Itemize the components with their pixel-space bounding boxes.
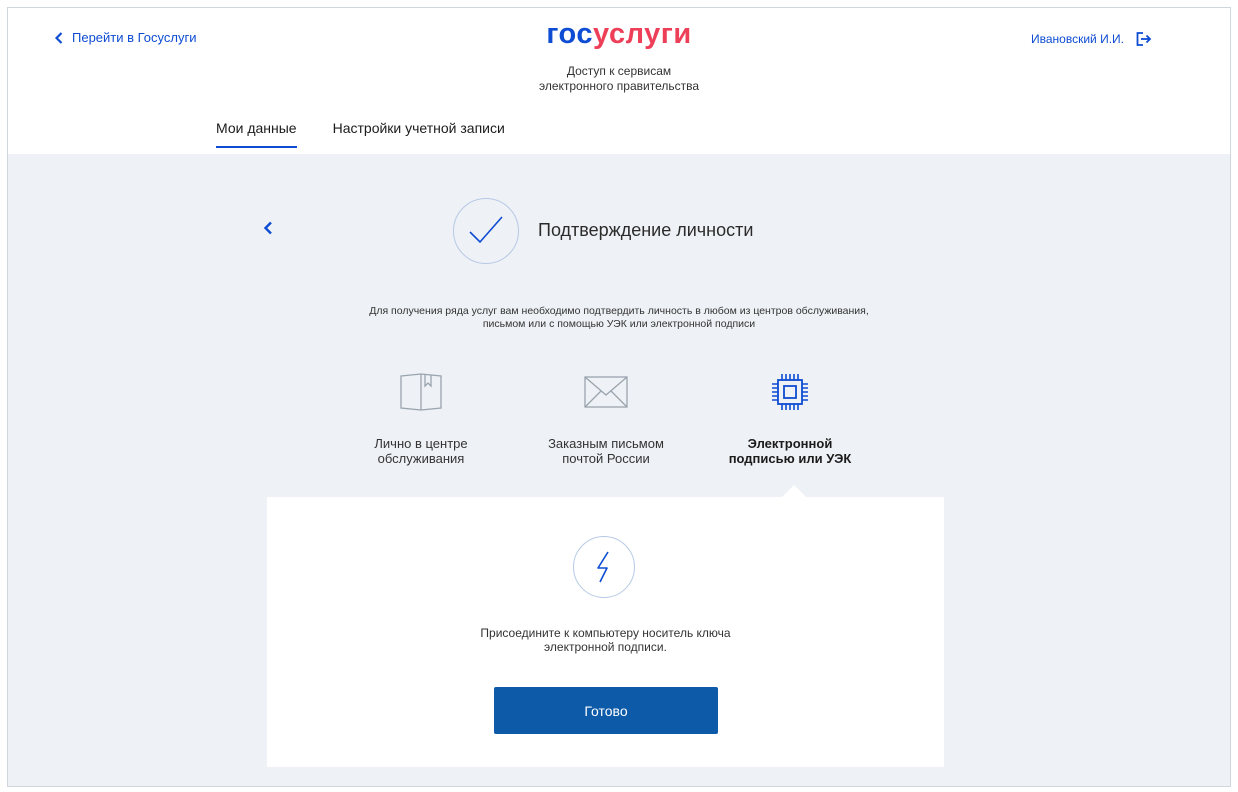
intro-text: Для получения ряда услуг вам необходимо … — [8, 305, 1230, 331]
method-label-line-1: Электронной — [747, 436, 833, 451]
method-label-line-2: почтой России — [562, 451, 650, 466]
intro-line-2: письмом или с помощью УЭК или электронно… — [482, 318, 756, 330]
page-title: Подтверждение личности — [538, 220, 754, 240]
method-label-line-1: Лично в центре — [374, 436, 468, 451]
tagline-line-2: электронного правительства — [538, 79, 700, 93]
method-label-line-2: подписью или УЭК — [728, 451, 852, 466]
tagline: Доступ к сервисам электронного правитель… — [8, 64, 1230, 94]
card-pointer — [782, 485, 806, 497]
ready-button[interactable]: Готово — [494, 687, 718, 734]
chevron-left-icon — [263, 221, 272, 235]
tab-account-settings[interactable]: Настройки учетной записи — [333, 120, 505, 148]
step-back-button[interactable] — [263, 221, 273, 235]
checkmark-icon — [453, 198, 519, 264]
signature-instructions-card: Присоедините к компьютеру носитель ключа… — [267, 497, 944, 767]
page-frame: Перейти в Госуслуги госуслуги Доступ к с… — [7, 7, 1231, 787]
logo-part-2: услуги — [593, 18, 692, 50]
method-in-person[interactable]: Лично в центре обслуживания — [331, 368, 511, 466]
logo-part-1: гос — [546, 18, 594, 50]
tagline-line-1: Доступ к сервисам — [566, 64, 672, 78]
chip-icon — [700, 368, 880, 416]
method-label: Электронной подписью или УЭК — [700, 436, 880, 466]
method-label-line-2: обслуживания — [377, 451, 465, 466]
method-electronic-signature[interactable]: Электронной подписью или УЭК — [700, 368, 880, 466]
method-label: Лично в центре обслуживания — [331, 436, 511, 466]
instructions-text: Присоедините к компьютеру носитель ключа… — [267, 626, 944, 654]
user-name[interactable]: Ивановский И.И. — [1031, 32, 1124, 46]
book-icon — [331, 368, 511, 416]
lightning-icon — [573, 536, 635, 598]
user-menu[interactable]: Ивановский И.И. — [1031, 32, 1152, 46]
instructions-line-2: электронной подписи. — [544, 640, 667, 654]
instructions-line-1: Присоедините к компьютеру носитель ключа — [480, 626, 731, 640]
intro-line-1: Для получения ряда услуг вам необходимо … — [369, 305, 869, 317]
header: Перейти в Госуслуги госуслуги Доступ к с… — [8, 8, 1230, 154]
envelope-icon — [516, 368, 696, 416]
account-tabs: Мои данные Настройки учетной записи — [216, 120, 541, 148]
logout-icon[interactable] — [1136, 32, 1152, 46]
method-registered-mail[interactable]: Заказным письмом почтой России — [516, 368, 696, 466]
method-label-line-1: Заказным письмом — [548, 436, 664, 451]
method-label: Заказным письмом почтой России — [516, 436, 696, 466]
tab-my-data[interactable]: Мои данные — [216, 120, 297, 148]
